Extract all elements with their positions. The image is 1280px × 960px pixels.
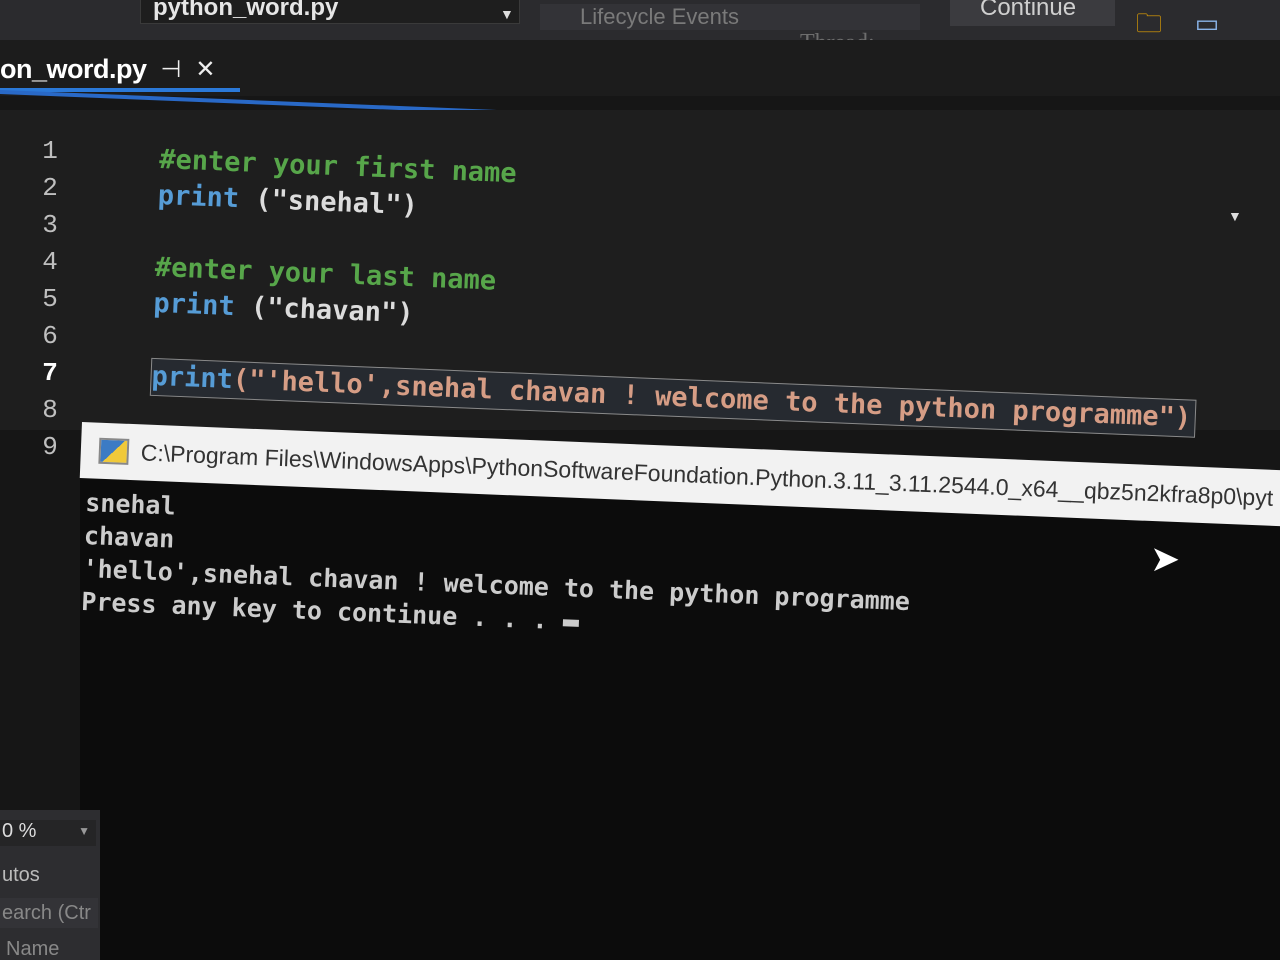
tab-python-word[interactable]: on_word.py ⊣ ✕: [0, 46, 216, 92]
pin-icon[interactable]: ⊣: [161, 55, 182, 84]
window-icon[interactable]: ▭: [1190, 8, 1224, 38]
python-icon: [98, 437, 130, 465]
document-tab-bar: on_word.py ⊣ ✕: [0, 40, 1280, 96]
line-number: 6: [42, 321, 58, 351]
string-literal: ("chavan"): [250, 291, 415, 330]
code-lines[interactable]: #enter your first name print ("snehal") …: [149, 142, 1206, 438]
line-number: 9: [42, 432, 58, 462]
toolbar: python_word.py ▼ Lifecycle Events Contin…: [0, 0, 1280, 40]
zoom-value: 0 %: [2, 820, 37, 842]
tab-label: on_word.py: [0, 53, 147, 84]
line-number: 5: [42, 284, 58, 314]
string-literal: ("snehal"): [254, 183, 419, 222]
line-number: 3: [42, 210, 58, 240]
autos-search-input[interactable]: earch (Ctr: [0, 898, 98, 928]
keyword-print: print: [150, 360, 234, 396]
line-number: 4: [42, 247, 58, 277]
name-column-header[interactable]: Name: [6, 938, 59, 960]
keyword-print: print: [157, 179, 240, 215]
chevron-down-icon[interactable]: ▼: [500, 6, 514, 22]
console-cursor: [562, 618, 579, 627]
keyword-print: print: [152, 287, 236, 323]
line-number-current: 7: [42, 358, 58, 388]
scroll-marker-icon[interactable]: ▼: [1228, 208, 1242, 224]
mouse-pointer-icon: ➤: [1150, 538, 1181, 579]
close-icon[interactable]: ✕: [195, 55, 215, 84]
startup-file-combo[interactable]: python_word.py: [140, 0, 520, 24]
autos-tab[interactable]: utos: [2, 864, 40, 887]
chevron-down-icon[interactable]: ▼: [78, 824, 90, 838]
folder-search-icon[interactable]: 🗀: [1132, 8, 1166, 38]
zoom-combo[interactable]: 0 % ▼: [0, 820, 96, 846]
line-number: 1: [42, 136, 58, 166]
autos-panel: 0 % ▼ utos earch (Ctr Name: [0, 810, 100, 960]
continue-button[interactable]: Continue: [950, 0, 1115, 26]
line-number: 8: [42, 395, 58, 425]
lifecycle-events-combo[interactable]: Lifecycle Events: [540, 4, 920, 30]
line-number: 2: [42, 173, 58, 203]
